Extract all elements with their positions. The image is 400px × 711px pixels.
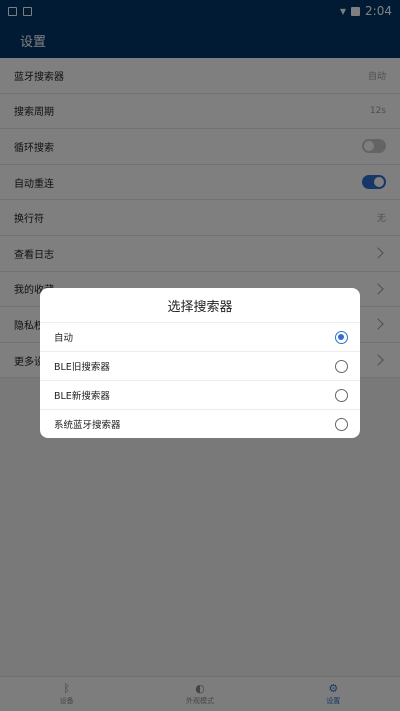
radio-icon[interactable] — [335, 388, 348, 402]
option-ble-old[interactable]: BLE旧搜索器 — [40, 351, 360, 380]
option-label: 系统蓝牙搜索器 — [54, 420, 121, 431]
radio-selected-icon[interactable] — [335, 330, 348, 344]
option-auto[interactable]: 自动 — [40, 322, 360, 351]
radio-icon[interactable] — [335, 417, 348, 431]
option-label: 自动 — [54, 333, 74, 344]
dialog-title: 选择搜索器 — [167, 299, 233, 315]
option-label: BLE新搜索器 — [54, 391, 110, 402]
radio-icon[interactable] — [335, 359, 348, 373]
scanner-select-dialog: 选择搜索器 自动 BLE旧搜索器 BLE新搜索器 系统蓝牙搜索器 — [40, 288, 360, 438]
option-ble-new[interactable]: BLE新搜索器 — [40, 380, 360, 409]
option-label: BLE旧搜索器 — [54, 362, 110, 373]
option-system-bluetooth[interactable]: 系统蓝牙搜索器 — [40, 409, 360, 438]
